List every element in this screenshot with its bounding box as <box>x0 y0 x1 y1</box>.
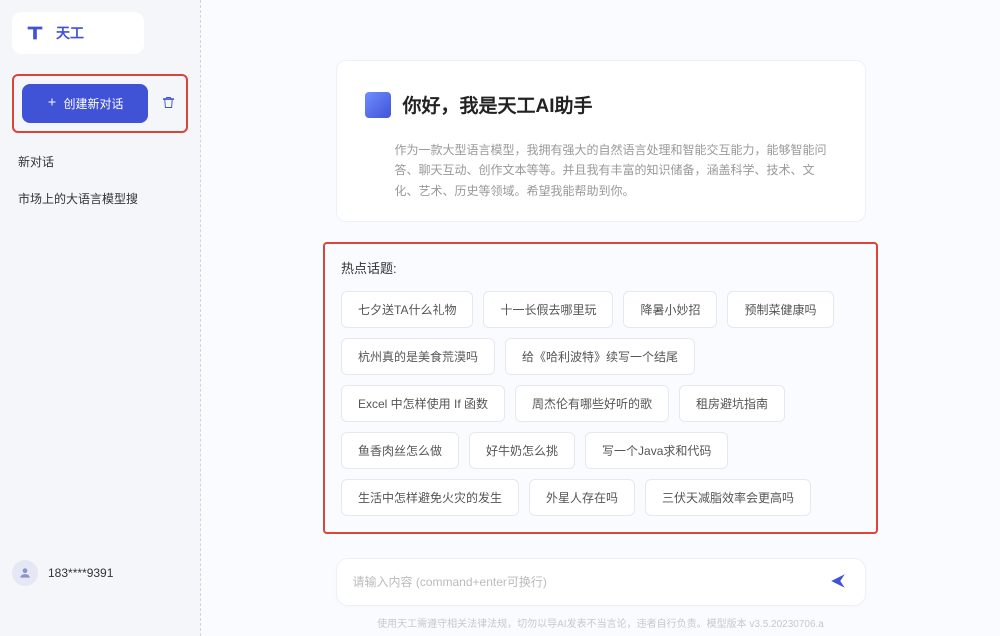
plus-icon <box>46 96 58 111</box>
new-chat-label: 创建新对话 <box>63 95 123 112</box>
welcome-description: 作为一款大型语言模型，我拥有强大的自然语言处理和智能交互能力，能够智能问答、聊天… <box>365 140 837 201</box>
welcome-card: 你好，我是天工AI助手 作为一款大型语言模型，我拥有强大的自然语言处理和智能交互… <box>336 60 866 222</box>
new-chat-row: 创建新对话 <box>12 74 188 133</box>
topic-pill[interactable]: 租房避坑指南 <box>679 385 785 422</box>
new-chat-button[interactable]: 创建新对话 <box>22 84 148 123</box>
footer-note: 使用天工需遵守相关法律法规，切勿以导AI发表不当言论，违者自行负责。模型版本 v… <box>377 615 824 630</box>
topic-pill[interactable]: 给《哈利波特》续写一个结尾 <box>505 338 695 375</box>
trash-icon <box>161 95 176 113</box>
topic-pill[interactable]: 七夕送TA什么礼物 <box>341 291 473 328</box>
topic-pill[interactable]: 生活中怎样避免火灾的发生 <box>341 479 519 516</box>
delete-button[interactable] <box>158 94 178 114</box>
topic-pill[interactable]: 杭州真的是美食荒漠吗 <box>341 338 495 375</box>
send-icon <box>829 572 847 593</box>
logo-area[interactable]: 天工 <box>12 12 144 54</box>
avatar <box>12 560 38 586</box>
input-bar <box>336 558 866 606</box>
topics-list: 七夕送TA什么礼物十一长假去哪里玩降暑小妙招预制菜健康吗杭州真的是美食荒漠吗给《… <box>341 291 860 516</box>
main-content: 你好，我是天工AI助手 作为一款大型语言模型，我拥有强大的自然语言处理和智能交互… <box>200 0 1000 636</box>
history-item[interactable]: 市场上的大语言模型搜 <box>12 180 188 217</box>
topic-pill[interactable]: 周杰伦有哪些好听的歌 <box>515 385 669 422</box>
topic-pill[interactable]: 鱼香肉丝怎么做 <box>341 432 459 469</box>
topic-pill[interactable]: 好牛奶怎么挑 <box>469 432 575 469</box>
topic-pill[interactable]: Excel 中怎样使用 If 函数 <box>341 385 505 422</box>
sidebar: 天工 创建新对话 新对话 市场上的大语言模型搜 183****9391 <box>0 0 200 636</box>
chat-input[interactable] <box>353 575 827 589</box>
topic-pill[interactable]: 降暑小妙招 <box>623 291 717 328</box>
history-item[interactable]: 新对话 <box>12 143 188 180</box>
app-logo-icon <box>24 22 46 44</box>
app-name: 天工 <box>56 23 84 43</box>
topic-pill[interactable]: 十一长假去哪里玩 <box>483 291 613 328</box>
welcome-header: 你好，我是天工AI助手 <box>365 91 837 118</box>
user-area[interactable]: 183****9391 <box>12 560 113 586</box>
username: 183****9391 <box>48 566 113 580</box>
topic-pill[interactable]: 外星人存在吗 <box>529 479 635 516</box>
send-button[interactable] <box>827 571 849 593</box>
assistant-icon <box>365 92 391 118</box>
topic-pill[interactable]: 三伏天减脂效率会更高吗 <box>645 479 811 516</box>
topic-pill[interactable]: 预制菜健康吗 <box>727 291 833 328</box>
welcome-title: 你好，我是天工AI助手 <box>403 91 593 118</box>
hot-topics-title: 热点话题: <box>341 258 860 277</box>
topic-pill[interactable]: 写一个Java求和代码 <box>585 432 728 469</box>
hot-topics-section: 热点话题: 七夕送TA什么礼物十一长假去哪里玩降暑小妙招预制菜健康吗杭州真的是美… <box>323 242 878 534</box>
